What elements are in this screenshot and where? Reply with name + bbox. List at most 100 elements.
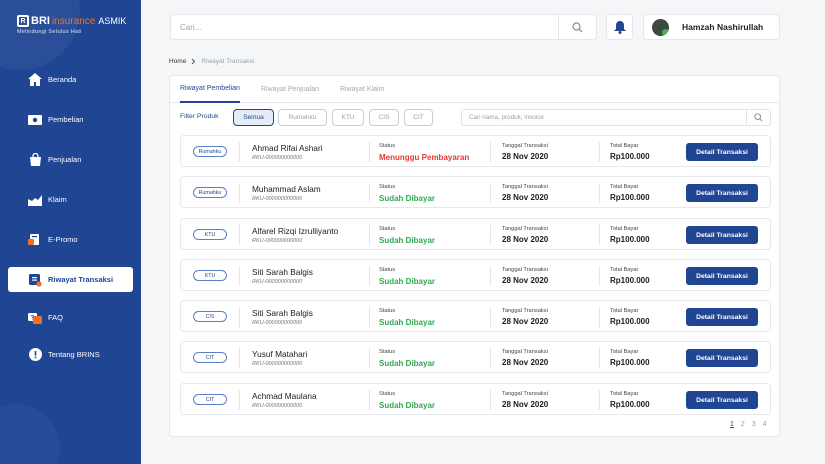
global-search-input[interactable]: Cari...	[171, 23, 558, 32]
filter-chip-cis[interactable]: CIS	[369, 109, 399, 126]
divider	[239, 183, 240, 203]
bell-icon	[613, 20, 626, 34]
detail-transaksi-button[interactable]: Detail Transaksi	[686, 143, 758, 161]
sidebar-item-riwayat-transaksi[interactable]: Riwayat Transaksi	[8, 267, 133, 292]
product-badge: KTU	[193, 229, 227, 240]
tab-riwayat-pembelian[interactable]: Riwayat Pembelian	[180, 76, 240, 103]
sidebar-item-tentang-brins[interactable]: Tentang BRINS	[8, 342, 133, 367]
sidebar: R BRI insurance ASMIK Melindungi Setulus…	[0, 0, 141, 464]
date-label: Tanggal Transaksi	[502, 184, 548, 190]
sidebar-item-label: Penjualan	[48, 155, 82, 164]
global-search[interactable]: Cari...	[170, 14, 597, 40]
divider	[490, 307, 491, 327]
divider	[369, 348, 370, 368]
divider	[369, 266, 370, 286]
divider	[490, 266, 491, 286]
date-label: Tanggal Transaksi	[502, 349, 548, 355]
total-label: Total Bayar	[610, 349, 639, 355]
detail-transaksi-button[interactable]: Detail Transaksi	[686, 184, 758, 202]
date-value: 28 Nov 2020	[502, 317, 549, 326]
page-4[interactable]: 4	[763, 421, 767, 428]
transaction-search-button[interactable]	[746, 110, 770, 125]
tab-riwayat-penjualan[interactable]: Riwayat Penjualan	[261, 76, 319, 103]
divider	[239, 307, 240, 327]
notification-button[interactable]	[606, 14, 633, 40]
sidebar-item-faq[interactable]: ? FAQ	[8, 305, 133, 330]
table-row: KTU Alfarel Rizqi Izrulliyanto RKU-0000000…	[180, 218, 771, 250]
detail-transaksi-button[interactable]: Detail Transaksi	[686, 308, 758, 326]
total-value: Rp100.000	[610, 235, 650, 244]
user-menu[interactable]: Hamzah Nashirullah	[643, 14, 780, 40]
table-row: KTU Siti Sarah Balgis RKU-000000000000 Stat…	[180, 259, 771, 291]
promo-icon	[28, 233, 42, 247]
transaction-search[interactable]: Cari nama, produk, invoice	[461, 109, 771, 126]
status-label: Status	[379, 226, 396, 232]
user-name: Hamzah Nashirullah	[682, 22, 764, 32]
filter-chip-ktu[interactable]: KTU	[332, 109, 364, 126]
product-badge: Rumahku	[193, 146, 227, 157]
divider	[369, 225, 370, 245]
brand-logo[interactable]: R BRI insurance ASMIK Melindungi Setulus…	[17, 15, 137, 35]
divider	[369, 183, 370, 203]
divider	[239, 390, 240, 410]
page-3[interactable]: 3	[752, 421, 756, 428]
product-badge: Rumahku	[193, 187, 227, 198]
tab-riwayat-klaim[interactable]: Riwayat Klaim	[340, 76, 384, 103]
date-label: Tanggal Transaksi	[502, 226, 548, 232]
page-2[interactable]: 2	[741, 421, 745, 428]
svg-text:?: ?	[31, 315, 35, 321]
divider	[599, 390, 600, 410]
divider	[369, 307, 370, 327]
total-label: Total Bayar	[610, 267, 639, 273]
total-value: Rp100.000	[610, 276, 650, 285]
filter-chip-rumahku[interactable]: Rumahku	[278, 109, 327, 126]
detail-transaksi-button[interactable]: Detail Transaksi	[686, 391, 758, 409]
status-label: Status	[379, 349, 396, 355]
logo-bri: BRI	[31, 15, 50, 27]
search-button[interactable]	[558, 14, 596, 40]
table-row: CIT Yusuf Matahari RKU-000000000000 Status S…	[180, 341, 771, 373]
page-1[interactable]: 1	[730, 421, 734, 428]
history-icon	[28, 273, 42, 287]
filter-chip-semua[interactable]: Semua	[233, 109, 274, 126]
transaction-code: RKU-000000000000	[252, 155, 303, 161]
date-value: 28 Nov 2020	[502, 358, 549, 367]
transaction-code: RKU-000000000000	[252, 238, 303, 244]
sidebar-item-epromo[interactable]: E-Promo	[8, 227, 133, 252]
product-badge: CIT	[193, 394, 227, 405]
detail-transaksi-button[interactable]: Detail Transaksi	[686, 267, 758, 285]
sidebar-item-pembelian[interactable]: Pembelian	[8, 107, 133, 132]
transaction-code: RKU-000000000000	[252, 403, 303, 409]
status-label: Status	[379, 391, 396, 397]
divider	[369, 390, 370, 410]
sidebar-item-klaim[interactable]: Klaim	[8, 187, 133, 212]
info-icon	[28, 348, 42, 362]
divider	[490, 183, 491, 203]
date-value: 28 Nov 2020	[502, 400, 549, 409]
transaction-code: RKU-000000000000	[252, 320, 303, 326]
sidebar-item-label: Riwayat Transaksi	[48, 275, 114, 284]
date-value: 28 Nov 2020	[502, 276, 549, 285]
filter-chip-cit[interactable]: CIT	[404, 109, 433, 126]
filter-label: Filter Produk	[180, 113, 219, 120]
breadcrumb-home[interactable]: Home	[169, 58, 186, 65]
transaction-code: RKU-000000000000	[252, 196, 303, 202]
date-label: Tanggal Transaksi	[502, 308, 548, 314]
sidebar-item-beranda[interactable]: Beranda	[8, 67, 133, 92]
status-value: Sudah Dibayar	[379, 236, 436, 245]
sidebar-item-label: FAQ	[48, 313, 64, 322]
status-value: Sudah Dibayar	[379, 277, 436, 286]
status-value: Sudah Dibayar	[379, 194, 436, 203]
sidebar-item-penjualan[interactable]: Penjualan	[8, 147, 133, 172]
total-label: Total Bayar	[610, 226, 639, 232]
shopping-bag-icon	[28, 153, 42, 167]
transaction-search-input[interactable]: Cari nama, produk, invoice	[462, 114, 746, 121]
search-icon	[754, 113, 763, 122]
detail-transaksi-button[interactable]: Detail Transaksi	[686, 349, 758, 367]
status-label: Status	[379, 184, 396, 190]
date-label: Tanggal Transaksi	[502, 391, 548, 397]
home-icon	[28, 73, 42, 87]
status-value: Menunggu Pembayaran	[379, 153, 470, 162]
table-row: Rumahku Ahmad Rifai Ashari RKU-00000000000…	[180, 135, 771, 167]
detail-transaksi-button[interactable]: Detail Transaksi	[686, 226, 758, 244]
